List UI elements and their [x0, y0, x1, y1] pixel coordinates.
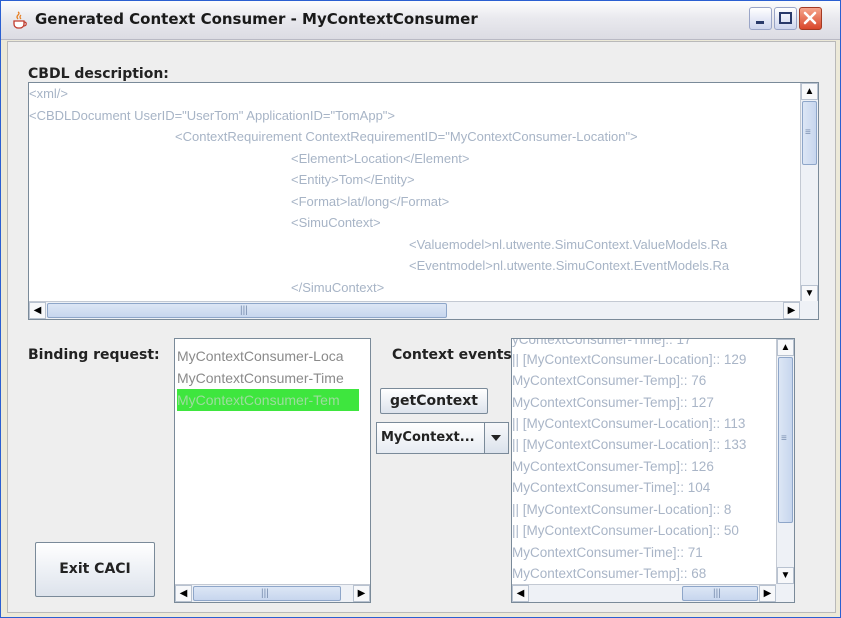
cbdl-scrollpane[interactable]: <xml/> <CBDLDocument UserID="UserTom" App… — [28, 82, 819, 320]
event-line: || [MyContextConsumer-Location]:: 113 — [512, 416, 746, 431]
scroll-thumb[interactable]: ≡ — [802, 101, 817, 165]
event-line: || [MyContextConsumer-Location]:: 50 — [512, 523, 739, 538]
content-panel: CBDL description: <xml/> <CBDLDocument Us… — [7, 41, 836, 613]
exit-caci-button[interactable]: Exit CACI — [35, 542, 155, 597]
scroll-right-button[interactable]: ▶ — [783, 302, 800, 319]
binding-request-label: Binding request: — [28, 347, 160, 363]
cbdl-horizontal-scrollbar[interactable]: ◀ ||| ▶ — [29, 301, 800, 319]
close-icon — [803, 11, 817, 25]
event-line: MyContextConsumer-Temp]:: 126 — [512, 459, 714, 474]
minimize-button[interactable] — [749, 7, 772, 30]
scroll-down-button[interactable]: ▼ — [801, 285, 818, 302]
cbdl-line: <xml/> — [29, 86, 69, 101]
event-line: MyContextConsumer-Temp]:: 127 — [512, 395, 714, 410]
cbdl-line: <Format>lat/long</Format> — [291, 193, 450, 209]
scroll-left-button[interactable]: ◀ — [512, 585, 529, 602]
app-window: Generated Context Consumer - MyContextCo… — [0, 0, 841, 618]
event-line: MyContextConsumer-Temp]:: 76 — [512, 373, 707, 388]
cbdl-line: <CBDLDocument UserID="UserTom" Applicati… — [29, 107, 395, 123]
cbdl-line: <Eventmodel>nl.utwente.SimuContext.Event… — [409, 258, 730, 273]
chevron-down-icon[interactable] — [484, 423, 508, 453]
cbdl-line: </SimuContext> — [291, 279, 385, 295]
maximize-button[interactable] — [774, 7, 797, 30]
cbdl-line: <ContextRequirement ContextRequirementID… — [175, 129, 638, 144]
cbdl-line: <Valuemodel>nl.utwente.SimuContext.Value… — [409, 236, 728, 252]
context-events-view: yContextConsumer-Time]:: 17 || [MyContex… — [512, 339, 776, 584]
scroll-thumb[interactable]: ||| — [47, 303, 447, 318]
context-events-label: Context events: — [392, 347, 518, 363]
cbdl-line: <SimuContext> — [291, 215, 381, 230]
binding-item-temp[interactable]: MyContextConsumer-Tem — [177, 389, 359, 411]
grip-icon: ||| — [713, 588, 721, 599]
minimize-icon — [756, 21, 764, 24]
context-events-pane[interactable]: yContextConsumer-Time]:: 17 || [MyContex… — [511, 338, 795, 603]
scroll-corner — [800, 301, 818, 319]
event-line: MyContextConsumer-Temp]:: 68 — [512, 566, 707, 581]
java-cup-icon — [13, 11, 27, 29]
grip-icon: ≡ — [781, 433, 787, 444]
get-context-button[interactable]: getContext — [380, 388, 488, 414]
scroll-corner — [776, 584, 794, 602]
scroll-up-button[interactable]: ▲ — [777, 339, 794, 356]
grip-icon: ||| — [261, 588, 269, 599]
scroll-thumb[interactable]: ≡ — [778, 357, 793, 523]
scroll-down-button[interactable]: ▼ — [777, 567, 794, 584]
maximize-icon — [779, 12, 792, 24]
scroll-thumb[interactable]: ||| — [193, 586, 341, 601]
grip-icon: ≡ — [805, 127, 811, 138]
scroll-left-button[interactable]: ◀ — [29, 302, 46, 319]
event-line: || [MyContextConsumer-Location]:: 129 — [512, 352, 747, 367]
event-line: || [MyContextConsumer-Location]:: 8 — [512, 502, 732, 517]
events-horizontal-scrollbar[interactable]: ◀ ||| ▶ — [512, 584, 776, 602]
title-bar[interactable]: Generated Context Consumer - MyContextCo… — [1, 1, 840, 40]
event-line: yContextConsumer-Time]:: 17 — [512, 339, 692, 347]
binding-horizontal-scrollbar[interactable]: ◀ ||| ▶ — [175, 584, 370, 602]
scroll-right-button[interactable]: ▶ — [353, 585, 370, 602]
binding-request-list[interactable]: MyContextConsumer-Loca MyContextConsumer… — [174, 338, 371, 603]
binding-item-time[interactable]: MyContextConsumer-Time — [177, 367, 344, 389]
event-line: MyContextConsumer-Time]:: 104 — [512, 480, 711, 495]
events-vertical-scrollbar[interactable]: ▲ ≡ ▼ — [776, 339, 794, 584]
event-line: MyContextConsumer-Time]:: 71 — [512, 545, 703, 560]
grip-icon: ||| — [240, 305, 248, 316]
scroll-thumb[interactable]: ||| — [682, 586, 758, 601]
cbdl-text-view[interactable]: <xml/> <CBDLDocument UserID="UserTom" App… — [29, 83, 800, 302]
binding-item-location[interactable]: MyContextConsumer-Loca — [177, 345, 344, 367]
cbdl-description-label: CBDL description: — [28, 66, 169, 82]
scroll-up-button[interactable]: ▲ — [801, 83, 818, 100]
cbdl-vertical-scrollbar[interactable]: ▲ ≡ ▼ — [800, 83, 818, 302]
event-line: || [MyContextConsumer-Location]:: 133 — [512, 437, 747, 452]
scroll-right-button[interactable]: ▶ — [759, 585, 776, 602]
scroll-left-button[interactable]: ◀ — [175, 585, 192, 602]
cbdl-line: <Element>Location</Element> — [291, 150, 470, 166]
consumer-select-value: MyContext... — [381, 430, 475, 445]
cbdl-line: <Entity>Tom</Entity> — [291, 172, 415, 187]
consumer-select[interactable]: MyContext... — [376, 422, 509, 454]
window-title: Generated Context Consumer - MyContextCo… — [35, 10, 478, 28]
close-button[interactable] — [799, 7, 822, 30]
